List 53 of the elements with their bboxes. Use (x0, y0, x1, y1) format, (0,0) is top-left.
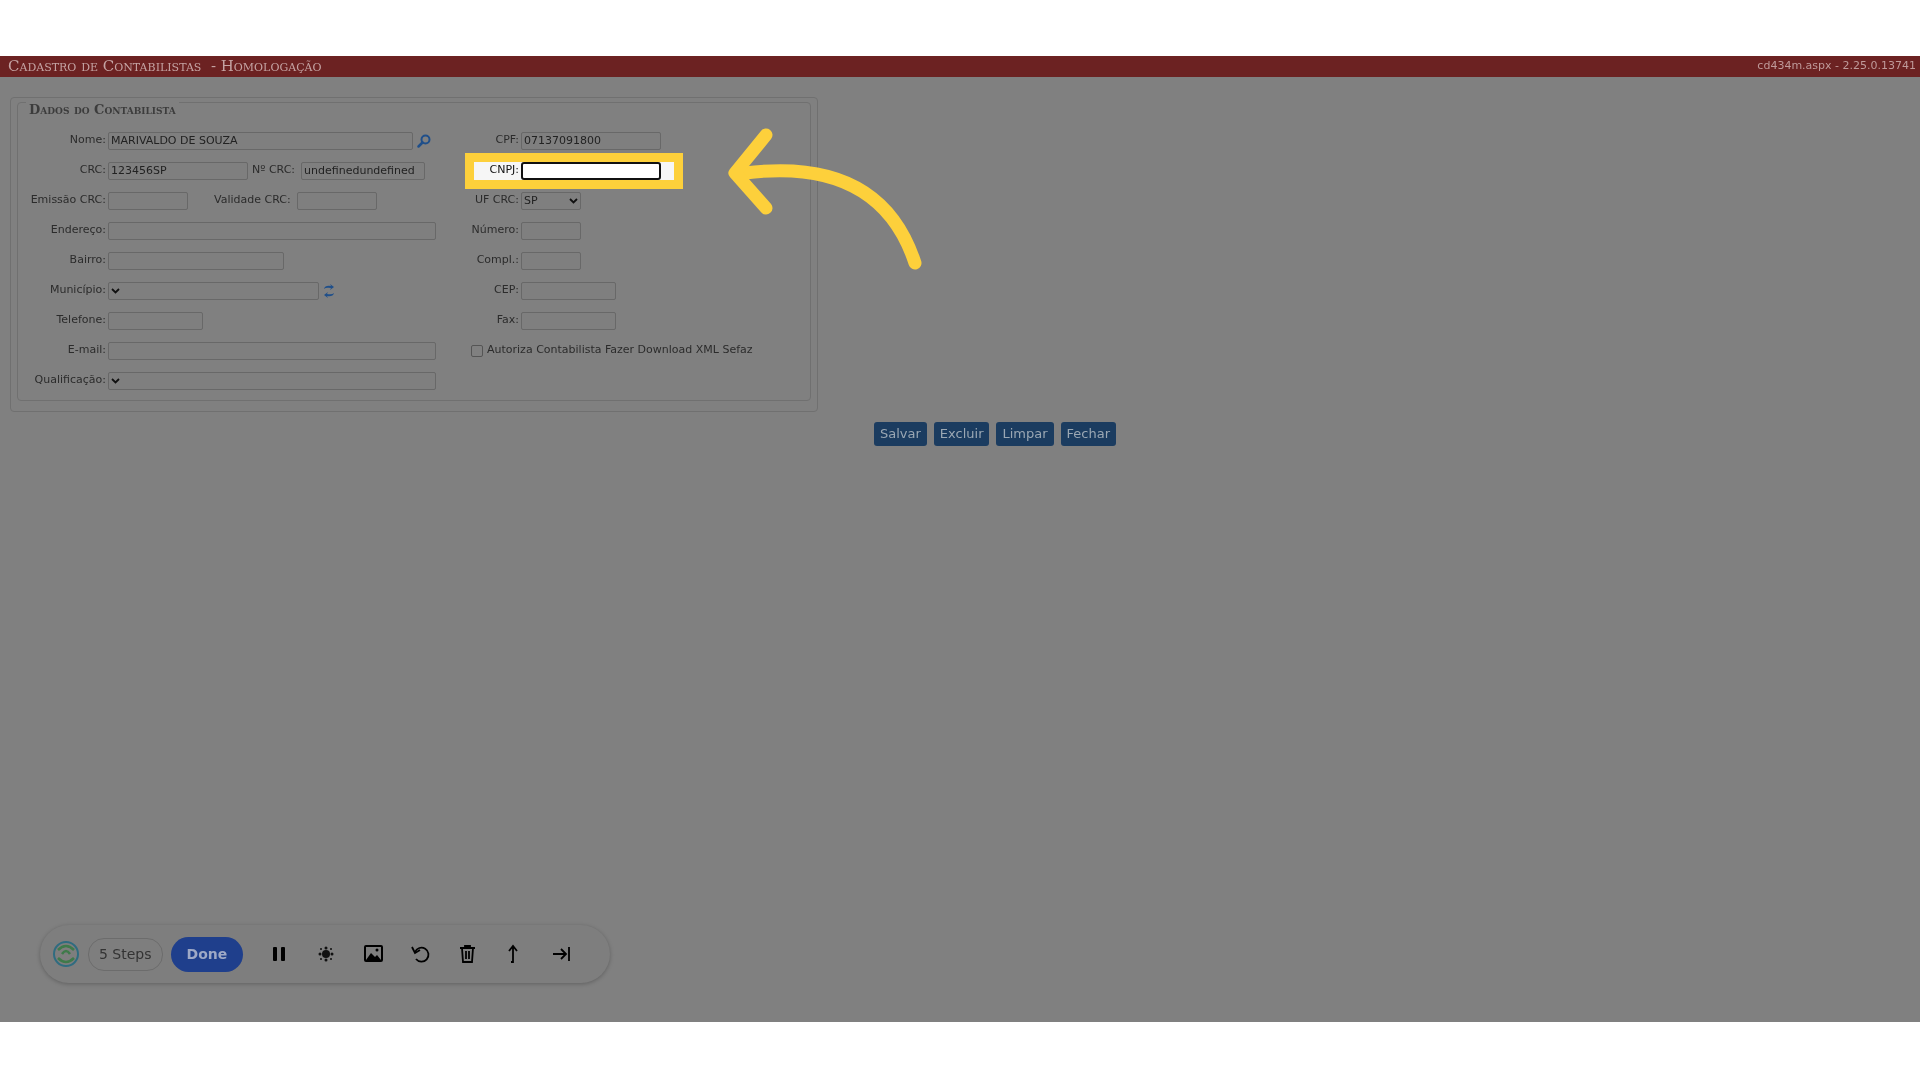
caret-icon (111, 287, 120, 294)
field-label: Nº CRC: (252, 162, 297, 179)
field-label: CEP: (493, 282, 520, 299)
input-field[interactable] (108, 341, 436, 360)
input-field[interactable]: 123456SP (108, 161, 248, 180)
field-label: Fax: (495, 312, 520, 329)
refresh-icon[interactable] (323, 282, 335, 299)
input-field[interactable]: MARIVALDO DE SOUZA (108, 131, 413, 150)
search-icon[interactable] (417, 133, 431, 148)
dropdown-field[interactable] (108, 371, 436, 390)
field-label: Endereço: (49, 222, 107, 239)
input-field[interactable] (521, 311, 616, 330)
image-icon[interactable] (363, 943, 385, 965)
page-title: Cadastro de Contabilistas - Homologação (8, 56, 322, 78)
field-label: Validade CRC: (214, 192, 292, 209)
action-button[interactable]: Limpar (996, 421, 1054, 446)
action-button[interactable]: Salvar (874, 421, 927, 446)
dropdown-value: SP (524, 192, 538, 209)
input-field[interactable] (108, 311, 203, 330)
caret-icon (111, 377, 120, 384)
field-label: Número: (470, 222, 520, 239)
checkbox[interactable] (471, 344, 483, 357)
field-label: Compl.: (475, 252, 520, 269)
steps-counter: 5 Steps (88, 937, 163, 971)
field-label: Nome: (68, 132, 107, 149)
field-label: CPF: (494, 132, 520, 149)
dropdown-field[interactable]: SP (521, 191, 581, 210)
done-button[interactable]: Done (170, 936, 244, 972)
input-field[interactable] (296, 191, 377, 210)
checkbox-label: Autoriza Contabilista Fazer Download XML Sefaz (487, 342, 753, 359)
caret-icon (569, 197, 578, 204)
action-button[interactable]: Excluir (933, 421, 990, 446)
input-field[interactable]: undefinedundefined (301, 161, 426, 180)
logo-icon (52, 940, 80, 968)
field-label: Bairro: (68, 252, 107, 269)
input-field[interactable] (108, 221, 436, 240)
field-label: CRC: (78, 162, 107, 179)
version-text: cd434m.aspx - 2.25.0.13741 (1757, 58, 1916, 75)
field-label: CNPJ: (488, 162, 520, 179)
field-label: UF CRC: (473, 192, 520, 209)
input-field[interactable] (108, 191, 188, 210)
field-label: E-mail: (66, 342, 107, 359)
field-label: Emissão CRC: (29, 192, 107, 209)
field-label: Qualificação: (33, 372, 107, 389)
field-label: Telefone: (55, 312, 107, 329)
field-label: Município: (48, 282, 107, 299)
input-field[interactable] (108, 251, 284, 270)
dropdown-field[interactable] (108, 281, 319, 300)
action-button[interactable]: Fechar (1060, 421, 1117, 446)
input-field[interactable] (521, 281, 616, 300)
input-field[interactable] (521, 221, 581, 240)
input-field[interactable] (521, 251, 581, 270)
input-field[interactable]: 07137091800 (521, 131, 661, 150)
